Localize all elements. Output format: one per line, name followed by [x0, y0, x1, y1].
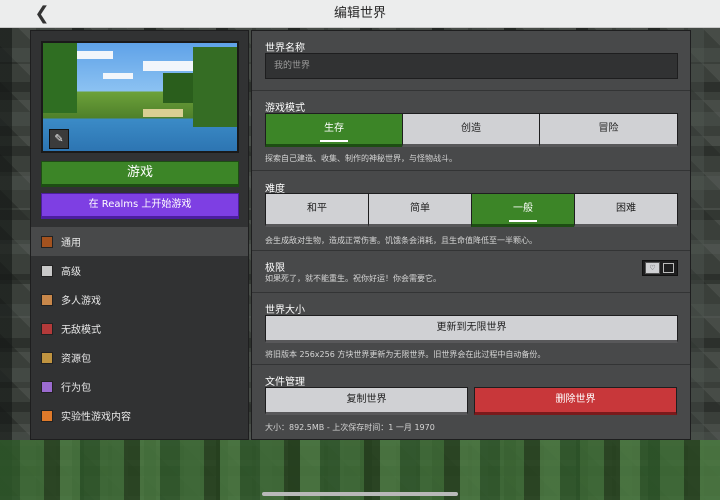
update-infinite-world-button[interactable]: 更新到无限世界 — [265, 315, 678, 343]
nav-item-label: 高级 — [61, 267, 81, 278]
nav-item-label: 无敌模式 — [61, 325, 101, 336]
world-preview-image: ✎ — [41, 41, 239, 153]
settings-nav: 通用 高级 多人游戏 无敌模式 资源包 行为包 实验性游戏内容 — [31, 227, 248, 430]
delete-world-button[interactable]: 删除世界 — [474, 387, 677, 415]
nav-item-label: 通用 — [61, 238, 81, 249]
toggle-off-indicator — [663, 263, 674, 273]
difficulty-peaceful[interactable]: 和平 — [265, 193, 369, 227]
settings-panel: 世界名称 游戏模式 生存 创造 冒险 探索自己建造、收集、制作的神秘世界，与怪物… — [251, 30, 691, 440]
difficulty-normal[interactable]: 一般 — [471, 193, 575, 227]
hardcore-section: 极限 如果死了，就不能重生。祝你好运！你会需要它。 — [252, 251, 690, 293]
difficulty-hard[interactable]: 困难 — [574, 193, 678, 227]
resource-pack-icon — [41, 351, 53, 364]
edit-preview-icon[interactable]: ✎ — [49, 129, 69, 149]
nav-item-label: 资源包 — [61, 354, 91, 365]
world-name-section: 世界名称 — [252, 31, 690, 91]
game-mode-section: 游戏模式 生存 创造 冒险 探索自己建造、收集、制作的神秘世界，与怪物战斗。 — [252, 91, 690, 171]
world-name-input[interactable] — [265, 53, 678, 79]
advanced-icon — [41, 264, 53, 277]
hardcore-description: 如果死了，就不能重生。祝你好运！你会需要它。 — [265, 274, 441, 283]
nav-item-multiplayer[interactable]: 多人游戏 — [31, 285, 248, 314]
nav-item-label: 多人游戏 — [61, 296, 101, 307]
world-name-title: 世界名称 — [265, 43, 305, 54]
nav-item-experiments[interactable]: 实验性游戏内容 — [31, 401, 248, 430]
experiments-icon — [41, 409, 53, 422]
game-mode-adventure[interactable]: 冒险 — [539, 113, 678, 147]
nav-item-general[interactable]: 通用 — [31, 227, 248, 256]
world-background-grass — [0, 440, 720, 500]
difficulty-section: 难度 和平 简单 一般 困难 会生成敌对生物，造成正常伤害。饥饿条会消耗，且生命… — [252, 171, 690, 251]
hardcore-title: 极限 — [265, 263, 285, 274]
file-management-section: 文件管理 复制世界 删除世界 大小：892.5MB - 上次保存时间：1 一月 … — [252, 365, 690, 439]
nav-item-behavior-packs[interactable]: 行为包 — [31, 372, 248, 401]
left-panel: ✎ 游戏 在 Realms 上开始游戏 通用 高级 多人游戏 无敌模式 资源包 … — [30, 30, 249, 440]
multiplayer-icon — [41, 293, 53, 306]
difficulty-description: 会生成敌对生物，造成正常伤害。饥饿条会消耗，且生命值降低至一半颗心。 — [265, 236, 537, 245]
nav-item-resource-packs[interactable]: 资源包 — [31, 343, 248, 372]
world-size-section: 世界大小 更新到无限世界 将旧版本 256x256 方块世界更新为无限世界。旧世… — [252, 293, 690, 365]
cheats-icon — [41, 322, 53, 335]
game-mode-survival[interactable]: 生存 — [265, 113, 403, 147]
game-mode-description: 探索自己建造、收集、制作的神秘世界，与怪物战斗。 — [265, 154, 457, 163]
nav-item-label: 实验性游戏内容 — [61, 412, 131, 423]
top-bar: ❮ 编辑世界 — [0, 0, 720, 28]
heart-icon: ♡ — [645, 262, 660, 274]
general-icon — [41, 235, 53, 248]
realms-button[interactable]: 在 Realms 上开始游戏 — [41, 193, 239, 219]
world-size-title: 世界大小 — [265, 305, 305, 316]
play-button[interactable]: 游戏 — [41, 161, 239, 187]
world-size-description: 将旧版本 256x256 方块世界更新为无限世界。旧世界会在此过程中自动备份。 — [265, 350, 546, 359]
nav-item-cheats[interactable]: 无敌模式 — [31, 314, 248, 343]
game-mode-creative[interactable]: 创造 — [402, 113, 540, 147]
file-management-title: 文件管理 — [265, 377, 305, 388]
nav-item-advanced[interactable]: 高级 — [31, 256, 248, 285]
copy-world-button[interactable]: 复制世界 — [265, 387, 468, 415]
home-indicator — [262, 492, 458, 496]
difficulty-easy[interactable]: 简单 — [368, 193, 472, 227]
game-mode-title: 游戏模式 — [265, 103, 305, 114]
world-file-info: 大小：892.5MB - 上次保存时间：1 一月 1970 — [265, 423, 435, 432]
hardcore-toggle[interactable]: ♡ — [642, 260, 678, 276]
nav-item-label: 行为包 — [61, 383, 91, 394]
page-title: 编辑世界 — [333, 6, 386, 21]
behavior-pack-icon — [41, 380, 53, 393]
